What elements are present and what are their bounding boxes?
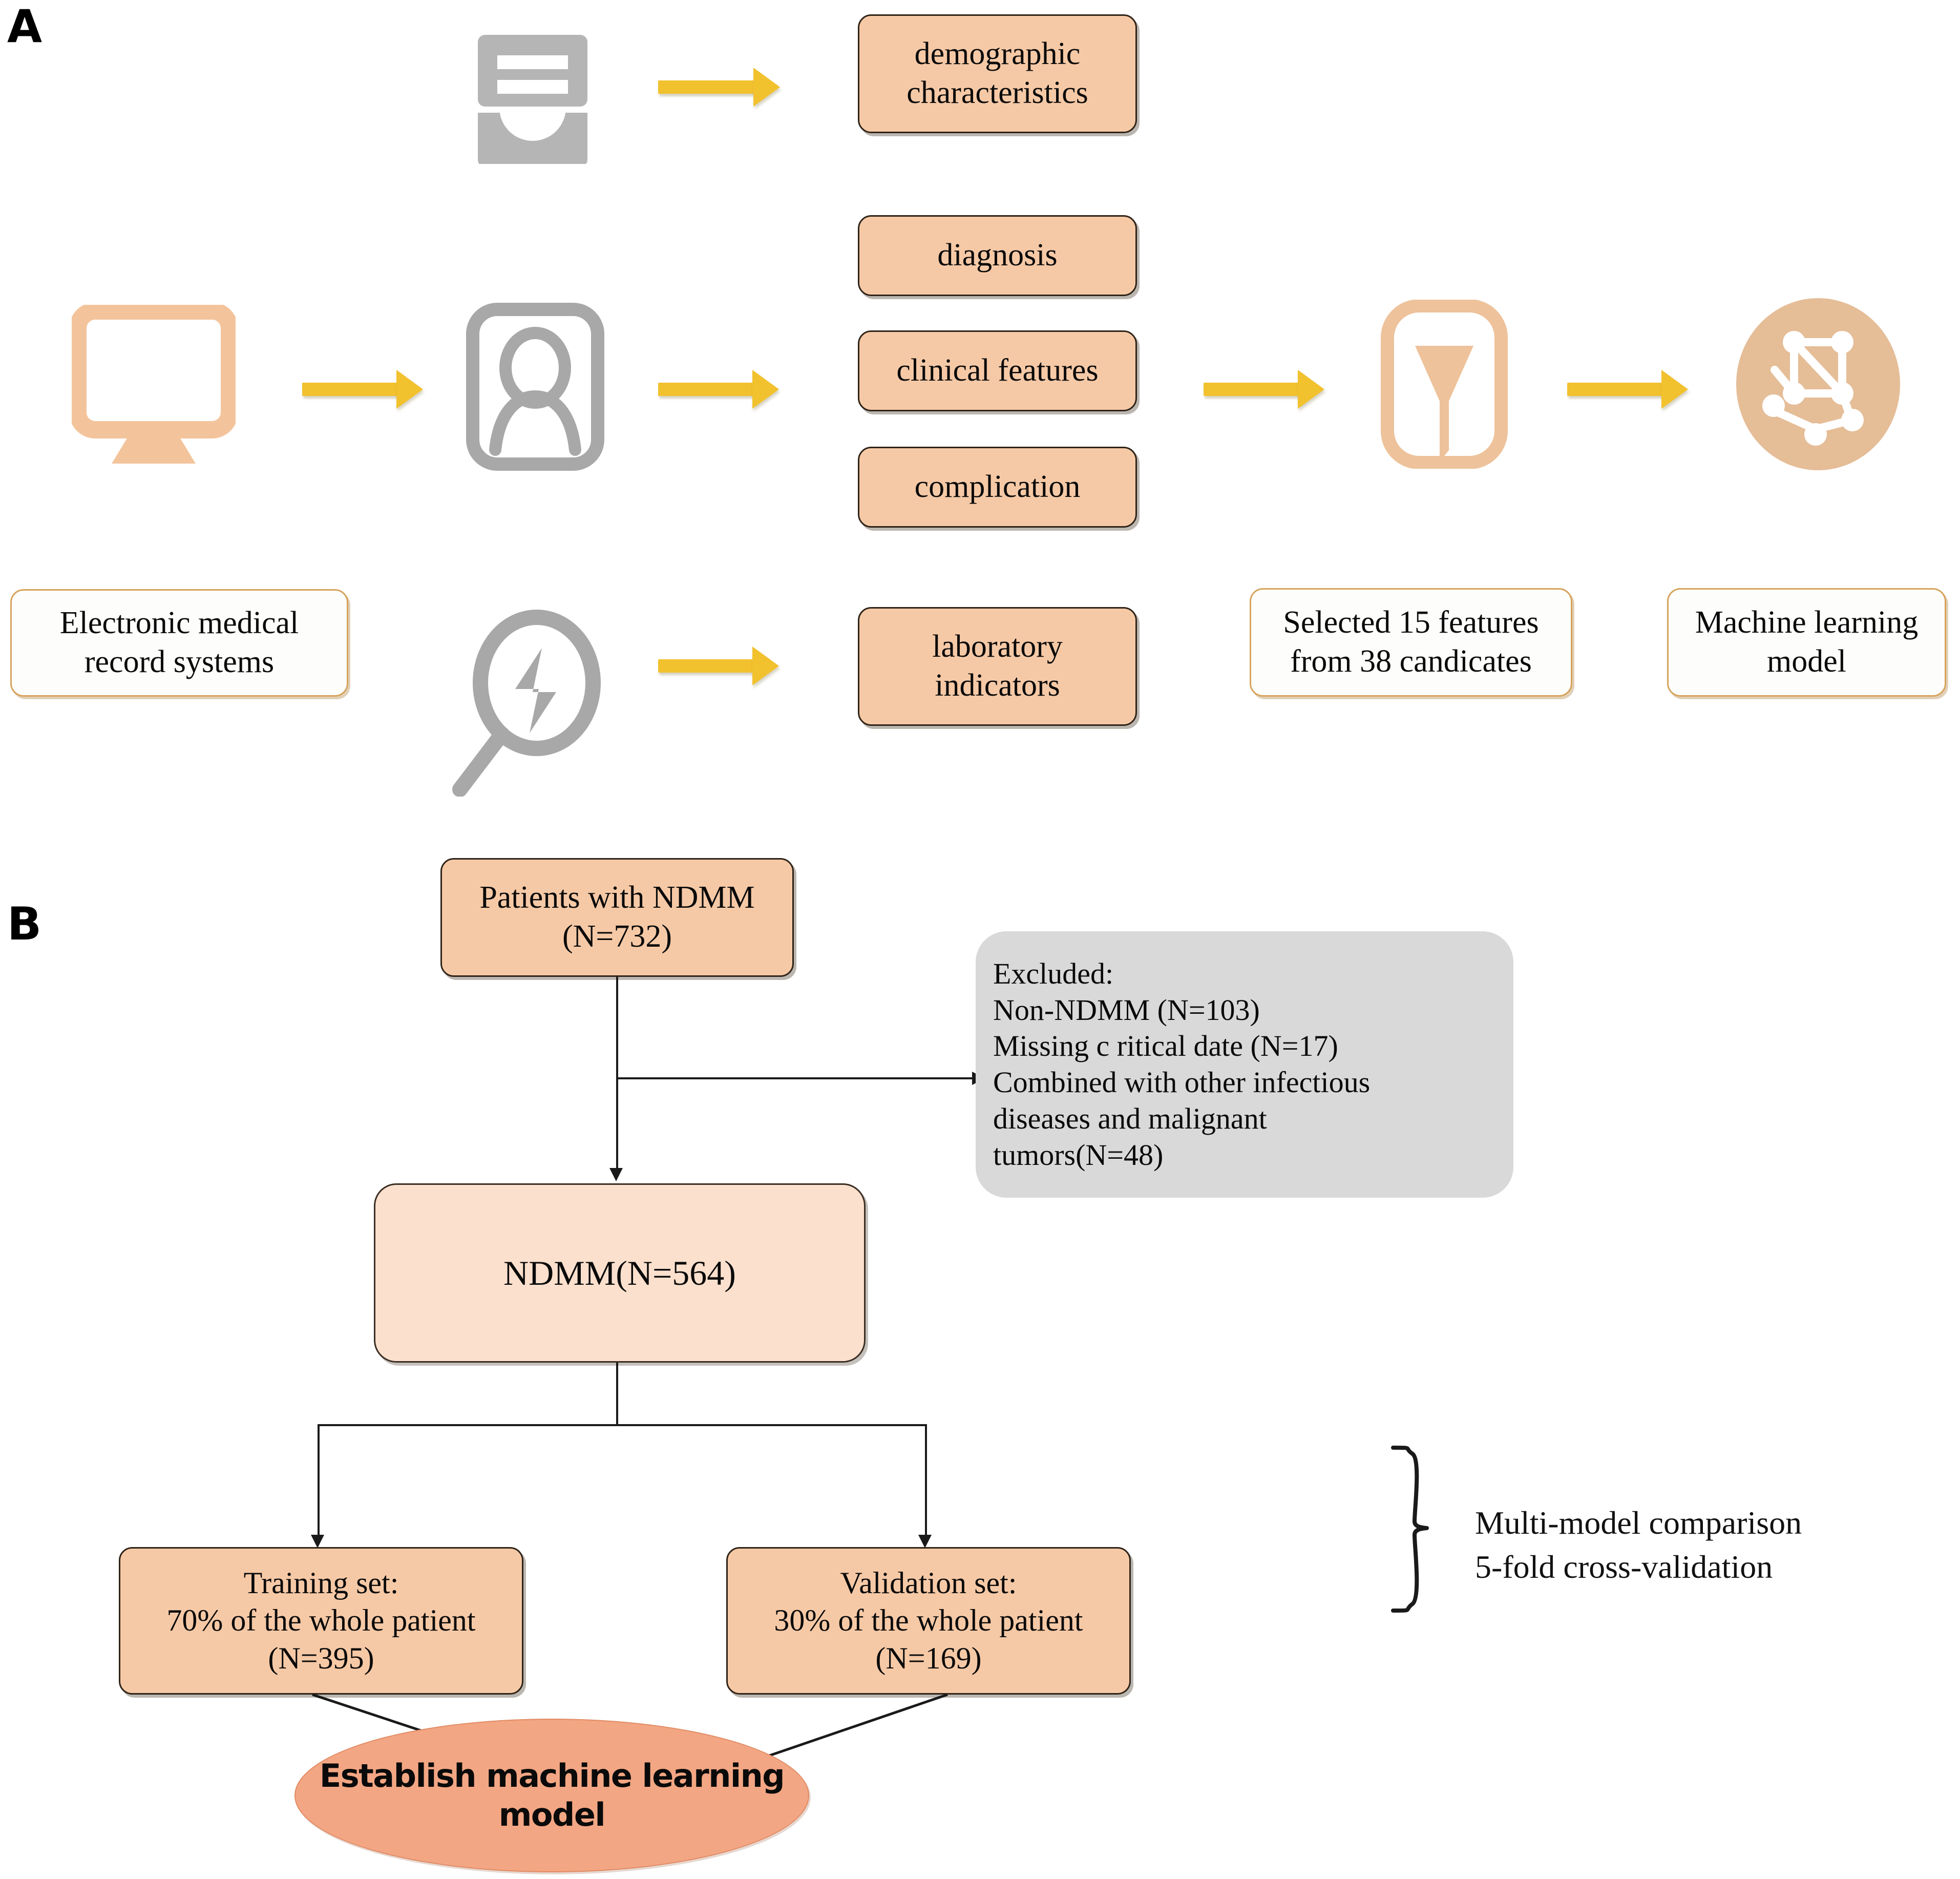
box-patients-with-ndmm: Patients with NDMM (N=732) [440,858,794,977]
connector-split-left [318,1424,320,1542]
person-id-card-icon [463,302,607,471]
file-archive-icon [474,31,592,167]
box-electronic-medical-record-systems: Electronic medical record systems [10,589,348,697]
funnel-filter-icon [1380,299,1508,469]
connector-training-arrowhead [311,1535,324,1548]
box-training-set: Training set: 70% of the whole patient (… [119,1547,523,1695]
label-evaluation-note: Multi-model comparison 5-fold cross-vali… [1475,1505,1802,1585]
magnifier-lightning-icon [451,607,604,797]
box-demographic-characteristics: demographic characteristics [858,14,1137,133]
box-excluded-criteria: Excluded: Non-NDMM (N=103) Missing c rit… [976,931,1513,1198]
connector-split-right [925,1424,927,1542]
connector-split-bar [318,1424,927,1426]
box-laboratory-indicators: laboratory indicators [858,607,1137,726]
box-validation-set: Validation set: 30% of the whole patient… [726,1547,1131,1695]
box-complication: complication [858,447,1137,528]
connector-cohort-arrowhead [609,1168,623,1181]
figure-canvas: A demographic characteristics diagnosis … [0,0,1960,1879]
box-establish-model: Establish machine learning model [294,1719,809,1872]
desktop-monitor-icon [69,302,238,469]
panel-label-a: A [7,0,42,53]
panel-label-b: B [7,897,41,950]
box-clinical-features: clinical features [858,330,1137,411]
box-ndmm-included: NDMM(N=564) [374,1183,866,1363]
connector-cohort-trunk [616,977,618,1174]
box-machine-learning-model: Machine learning model [1667,588,1946,697]
connector-validation-arrowhead [918,1535,932,1548]
neural-network-icon [1734,297,1903,471]
box-diagnosis: diagnosis [858,215,1137,296]
connector-split-trunk [616,1363,618,1425]
box-selected-features: Selected 15 features from 38 candicates [1250,588,1572,697]
connector-excluded-branch [616,1077,975,1079]
